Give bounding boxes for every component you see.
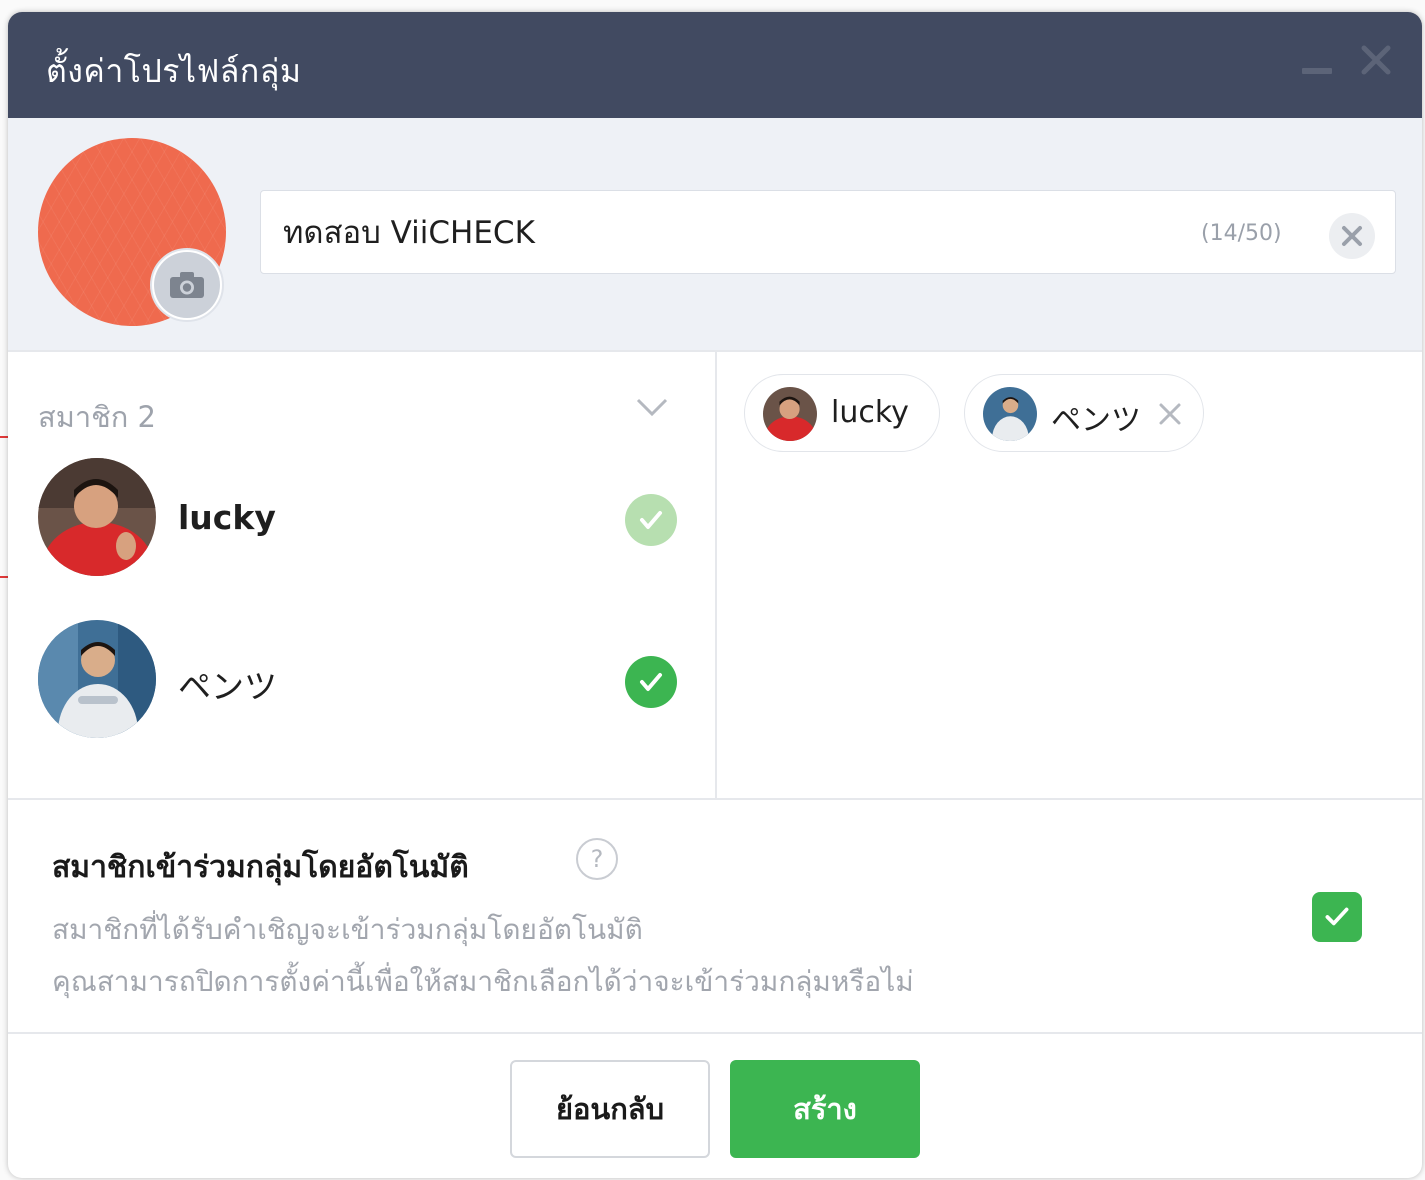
- member-selected-check[interactable]: [625, 494, 677, 546]
- char-counter: (14/50): [1201, 221, 1282, 246]
- minimize-button[interactable]: [1302, 68, 1332, 74]
- change-photo-button[interactable]: [150, 248, 224, 322]
- auto-join-description: คุณสามารถปิดการตั้งค่านี้เพื่อให้สมาชิกเ…: [52, 965, 914, 998]
- profile-section: (14/50): [8, 118, 1422, 350]
- selected-member-chip: ペンツ: [964, 374, 1204, 452]
- checkmark-icon: [1325, 907, 1349, 926]
- dialog-title: ตั้งค่าโปรไฟล์กลุ่ม: [46, 52, 302, 90]
- help-icon[interactable]: ?: [576, 838, 618, 880]
- member-name: ペンツ: [178, 667, 277, 706]
- members-count-header: สมาชิก 2: [38, 400, 157, 434]
- member-row[interactable]: ペンツ: [8, 620, 708, 750]
- checkmark-icon: [640, 673, 662, 691]
- member-selected-check[interactable]: [625, 656, 677, 708]
- group-name-input[interactable]: [283, 209, 1183, 255]
- auto-join-title: สมาชิกเข้าร่วมกลุ่มโดยอัตโนมัติ: [52, 850, 469, 885]
- clear-input-button[interactable]: [1329, 213, 1375, 259]
- selected-member-chip: lucky: [744, 374, 940, 452]
- back-button[interactable]: ย้อนกลับ: [510, 1060, 710, 1158]
- member-row[interactable]: lucky: [8, 458, 708, 588]
- camera-icon: [170, 272, 204, 298]
- chip-avatar: [983, 387, 1037, 441]
- chip-avatar: [763, 387, 817, 441]
- background-edge-mark: [0, 436, 8, 438]
- divider: [8, 798, 1422, 800]
- title-bar: ตั้งค่าโปรไฟล์กลุ่ม: [8, 12, 1422, 118]
- divider: [715, 350, 717, 798]
- close-icon[interactable]: [1358, 42, 1394, 78]
- divider: [8, 1032, 1422, 1034]
- group-name-field: (14/50): [260, 190, 1396, 274]
- member-avatar: [38, 458, 156, 576]
- auto-join-description: สมาชิกที่ได้รับคำเชิญจะเข้าร่วมกลุ่มโดยอ…: [52, 913, 643, 946]
- checkmark-icon: [640, 511, 662, 529]
- chip-label: ペンツ: [1051, 403, 1141, 438]
- clear-icon: [1342, 226, 1362, 246]
- member-name: lucky: [178, 498, 276, 537]
- background-edge-mark: [0, 576, 8, 578]
- auto-join-checkbox[interactable]: [1312, 892, 1362, 942]
- chevron-down-icon[interactable]: [632, 392, 672, 422]
- remove-chip-icon[interactable]: [1155, 399, 1185, 429]
- member-avatar: [38, 620, 156, 738]
- chip-label: lucky: [831, 395, 909, 430]
- create-button[interactable]: สร้าง: [730, 1060, 920, 1158]
- group-profile-dialog: ตั้งค่าโปรไฟล์กลุ่ม (14/50): [8, 12, 1422, 1178]
